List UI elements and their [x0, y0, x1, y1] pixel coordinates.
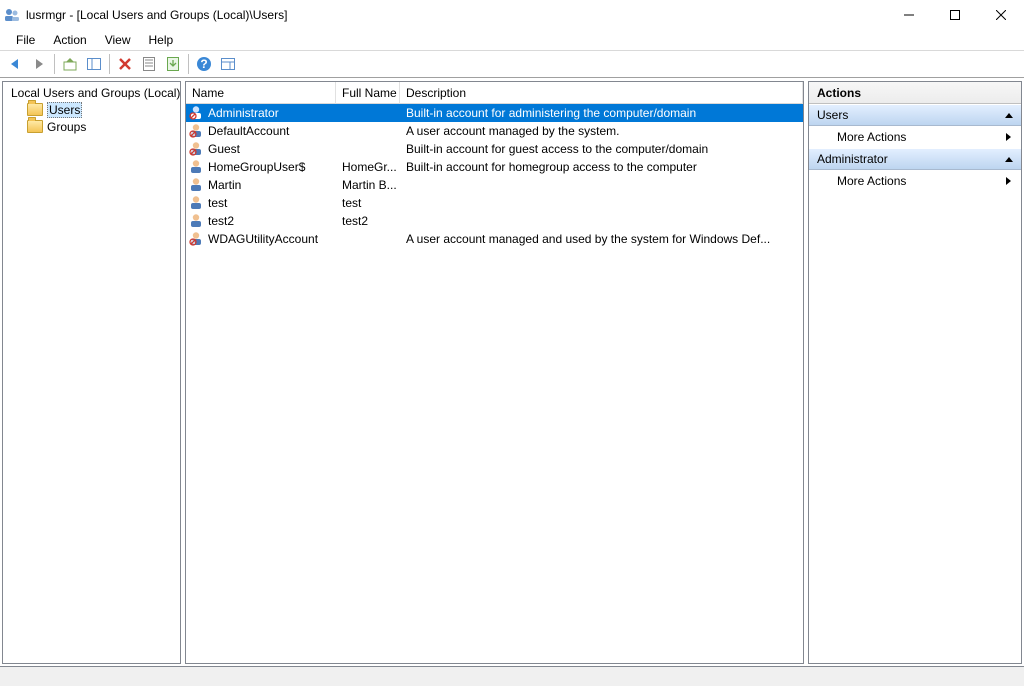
- layout-button[interactable]: [217, 53, 239, 75]
- back-button[interactable]: [4, 53, 26, 75]
- cell-description: A user account managed and used by the s…: [400, 232, 803, 246]
- list-row[interactable]: test test: [186, 194, 803, 212]
- user-icon: [188, 104, 204, 123]
- cell-fullname: test2: [336, 214, 400, 228]
- tree-item-label: Users: [47, 102, 82, 118]
- delete-button[interactable]: [114, 53, 136, 75]
- list-body[interactable]: Administrator Built-in account for admini…: [186, 104, 803, 248]
- submenu-icon: [1006, 177, 1011, 185]
- submenu-icon: [1006, 133, 1011, 141]
- column-header-name[interactable]: Name: [186, 82, 336, 104]
- tree-item-groups[interactable]: Groups: [3, 118, 180, 135]
- column-header-description[interactable]: Description: [400, 82, 803, 104]
- list-row[interactable]: Administrator Built-in account for admini…: [186, 104, 803, 122]
- toolbar: ?: [0, 50, 1024, 78]
- user-icon: [188, 122, 204, 141]
- actions-pane: Actions Users More Actions Administrator…: [808, 81, 1022, 664]
- window-buttons: [886, 0, 1024, 29]
- forward-button[interactable]: [28, 53, 50, 75]
- cell-name: HomeGroupUser$: [186, 158, 336, 177]
- actions-section-title: Administrator: [817, 152, 888, 166]
- cell-name-text: test2: [208, 214, 234, 228]
- list-row[interactable]: Guest Built-in account for guest access t…: [186, 140, 803, 158]
- work-area: Local Users and Groups (Local) Users Gro…: [0, 78, 1024, 666]
- properties-button[interactable]: [138, 53, 160, 75]
- cell-fullname: Martin B...: [336, 178, 400, 192]
- cell-name-text: Guest: [208, 142, 240, 156]
- actions-item-label: More Actions: [837, 130, 906, 144]
- actions-section-selected[interactable]: Administrator: [809, 148, 1021, 170]
- show-hide-console-tree-button[interactable]: [83, 53, 105, 75]
- cell-name: test2: [186, 212, 336, 231]
- cell-name-text: Martin: [208, 178, 241, 192]
- actions-section-title: Users: [817, 108, 848, 122]
- cell-name-text: HomeGroupUser$: [208, 160, 305, 174]
- menu-action[interactable]: Action: [45, 31, 94, 49]
- console-tree[interactable]: Local Users and Groups (Local) Users Gro…: [3, 82, 180, 137]
- cell-name: Administrator: [186, 104, 336, 123]
- cell-name-text: Administrator: [208, 106, 279, 120]
- list-row[interactable]: WDAGUtilityAccount A user account managed…: [186, 230, 803, 248]
- cell-description: Built-in account for administering the c…: [400, 106, 803, 120]
- cell-name-text: WDAGUtilityAccount: [208, 232, 318, 246]
- actions-item-more[interactable]: More Actions: [809, 126, 1021, 148]
- status-bar: [0, 666, 1024, 686]
- actions-item-label: More Actions: [837, 174, 906, 188]
- folder-icon: [27, 103, 43, 116]
- toolbar-separator: [54, 54, 55, 74]
- cell-name-text: test: [208, 196, 227, 210]
- list-header: Name Full Name Description: [186, 82, 803, 104]
- user-icon: [188, 230, 204, 249]
- user-icon: [188, 212, 204, 231]
- svg-text:?: ?: [200, 57, 207, 71]
- export-list-button[interactable]: [162, 53, 184, 75]
- tree-item-label: Groups: [47, 120, 86, 134]
- toolbar-separator: [109, 54, 110, 74]
- user-icon: [188, 176, 204, 195]
- cell-description: Built-in account for homegroup access to…: [400, 160, 803, 174]
- actions-item-more[interactable]: More Actions: [809, 170, 1021, 192]
- cell-name-text: DefaultAccount: [208, 124, 289, 138]
- user-icon: [188, 194, 204, 213]
- cell-name: WDAGUtilityAccount: [186, 230, 336, 249]
- menu-view[interactable]: View: [97, 31, 139, 49]
- menu-help[interactable]: Help: [141, 31, 182, 49]
- collapse-icon: [1005, 157, 1013, 162]
- cell-description: A user account managed by the system.: [400, 124, 803, 138]
- column-header-fullname[interactable]: Full Name: [336, 82, 400, 104]
- app-icon: [4, 7, 20, 23]
- folder-icon: [27, 120, 43, 133]
- cell-fullname: HomeGr...: [336, 160, 400, 174]
- list-row[interactable]: DefaultAccount A user account managed by …: [186, 122, 803, 140]
- window-title: lusrmgr - [Local Users and Groups (Local…: [26, 8, 886, 22]
- close-button[interactable]: [978, 0, 1024, 29]
- cell-fullname: test: [336, 196, 400, 210]
- cell-description: Built-in account for guest access to the…: [400, 142, 803, 156]
- menu-bar: File Action View Help: [0, 30, 1024, 50]
- title-bar: lusrmgr - [Local Users and Groups (Local…: [0, 0, 1024, 30]
- help-button[interactable]: ?: [193, 53, 215, 75]
- user-icon: [188, 140, 204, 159]
- up-button[interactable]: [59, 53, 81, 75]
- actions-header: Actions: [809, 82, 1021, 104]
- list-pane: Name Full Name Description Administrator…: [185, 81, 804, 664]
- cell-name: test: [186, 194, 336, 213]
- list-row[interactable]: HomeGroupUser$ HomeGr...Built-in account …: [186, 158, 803, 176]
- cell-name: Guest: [186, 140, 336, 159]
- menu-file[interactable]: File: [8, 31, 43, 49]
- console-tree-pane: Local Users and Groups (Local) Users Gro…: [2, 81, 181, 664]
- list-row[interactable]: test2 test2: [186, 212, 803, 230]
- user-icon: [188, 158, 204, 177]
- collapse-icon: [1005, 113, 1013, 118]
- minimize-button[interactable]: [886, 0, 932, 29]
- toolbar-separator: [188, 54, 189, 74]
- tree-root[interactable]: Local Users and Groups (Local): [3, 84, 180, 101]
- actions-section-users[interactable]: Users: [809, 104, 1021, 126]
- cell-name: Martin: [186, 176, 336, 195]
- maximize-button[interactable]: [932, 0, 978, 29]
- cell-name: DefaultAccount: [186, 122, 336, 141]
- list-row[interactable]: Martin Martin B...: [186, 176, 803, 194]
- tree-item-users[interactable]: Users: [3, 101, 180, 118]
- tree-root-label: Local Users and Groups (Local): [11, 86, 180, 100]
